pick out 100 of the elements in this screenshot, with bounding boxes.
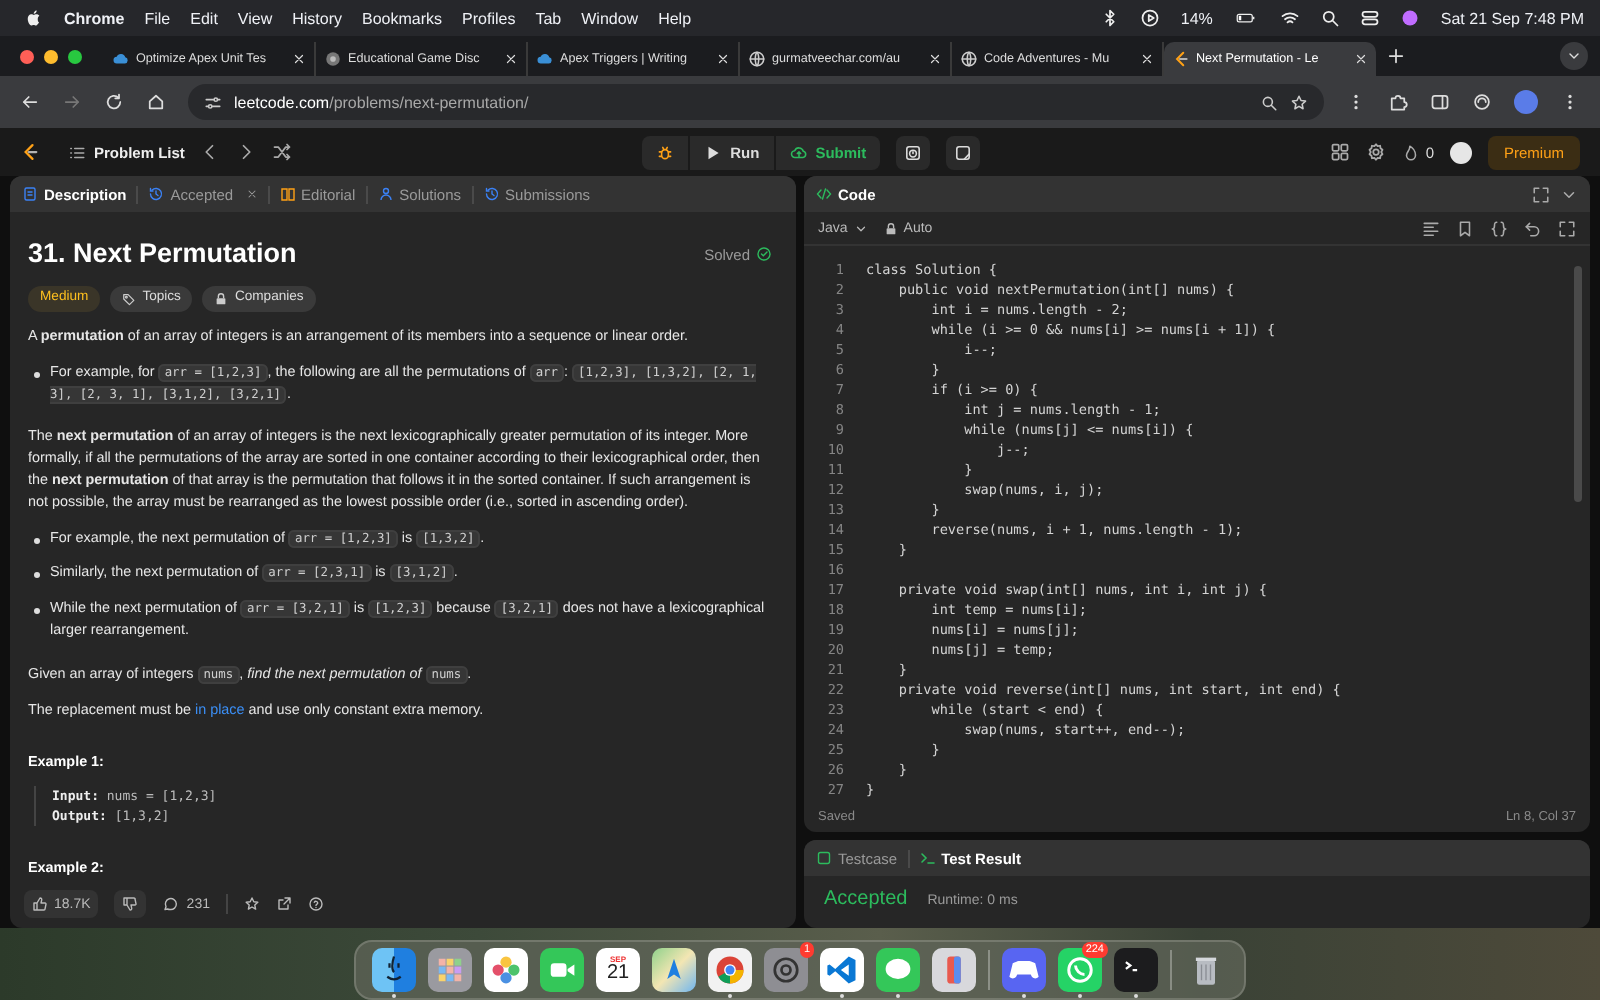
- clock: Sat 21 Sep 7:48 PM: [1440, 9, 1584, 27]
- braces-icon[interactable]: [1490, 219, 1508, 237]
- cloud-upload-icon: [789, 143, 808, 161]
- comment-icon: [162, 896, 179, 912]
- phone-icon[interactable]: [932, 948, 976, 998]
- menu-item[interactable]: Tab: [535, 9, 562, 27]
- speech-bubble-icon[interactable]: [876, 948, 920, 998]
- tab-search-button[interactable]: [1560, 42, 1588, 70]
- help-icon[interactable]: [307, 896, 324, 912]
- cloud-icon: [536, 50, 554, 68]
- checkbox-icon: [816, 850, 832, 866]
- expand-icon[interactable]: [1532, 185, 1550, 203]
- back-arrow-icon[interactable]: [20, 92, 40, 112]
- calendar-day: 21: [606, 964, 630, 984]
- logo-icon[interactable]: [20, 142, 40, 162]
- home-icon[interactable]: [146, 92, 166, 112]
- lock-icon: [214, 292, 229, 307]
- bullet-icon: [34, 608, 40, 615]
- menu-item[interactable]: File: [144, 9, 171, 27]
- map-icon[interactable]: [652, 948, 696, 998]
- logo-icon: [1172, 50, 1190, 68]
- note-icon: [954, 143, 973, 161]
- menu-item[interactable]: Window: [581, 9, 639, 27]
- close-window-button[interactable]: [20, 49, 34, 63]
- video-camera-icon[interactable]: [540, 948, 584, 998]
- book-icon: [279, 186, 296, 202]
- star-icon[interactable]: [243, 896, 260, 912]
- dislike-button[interactable]: [114, 890, 147, 918]
- toggle-switches-icon[interactable]: [1360, 8, 1381, 28]
- scrollbar[interactable]: [1574, 266, 1582, 502]
- list-icon: [68, 143, 86, 161]
- shuffle-icon[interactable]: [272, 142, 293, 162]
- swirl-icon[interactable]: [1472, 92, 1492, 112]
- smiling-face-icon[interactable]: [372, 948, 416, 998]
- sliders-icon[interactable]: [204, 93, 222, 111]
- menu-item[interactable]: History: [292, 9, 343, 27]
- bug-icon: [656, 143, 675, 161]
- bookmark-icon[interactable]: [1456, 219, 1474, 237]
- menu-item[interactable]: Profiles: [462, 9, 516, 27]
- history-icon: [483, 186, 500, 202]
- address-field[interactable]: leetcode.com/problems/next-permutation/: [188, 84, 1324, 120]
- bullet-icon: [34, 371, 40, 378]
- terminal-icon[interactable]: [1114, 948, 1158, 998]
- zoom-window-button[interactable]: [68, 49, 82, 63]
- lock-icon: [883, 221, 898, 235]
- bullet-icon: [34, 537, 40, 544]
- gear-icon[interactable]: [764, 948, 808, 998]
- browser-icon[interactable]: [708, 948, 752, 998]
- menu-item[interactable]: Bookmarks: [362, 9, 443, 27]
- menu-item[interactable]: Help: [658, 9, 692, 27]
- notes-button[interactable]: [946, 135, 981, 169]
- bullet-icon: [34, 572, 40, 579]
- search-icon[interactable]: [1320, 8, 1341, 28]
- bluetooth-icon[interactable]: [1100, 8, 1121, 28]
- problem-title: 31. Next Permutation: [28, 236, 297, 272]
- minimize-window-button[interactable]: [44, 49, 58, 63]
- disc-icon: [324, 50, 342, 68]
- menu-item[interactable]: View: [237, 9, 273, 27]
- grid-icon[interactable]: [1329, 142, 1350, 162]
- menu-item[interactable]: Edit: [190, 9, 218, 27]
- cloud-icon: [112, 50, 130, 68]
- game-controller-icon[interactable]: [1002, 948, 1046, 998]
- app-menu[interactable]: Chrome: [64, 9, 125, 27]
- avatar[interactable]: [1450, 141, 1472, 163]
- plus-icon[interactable]: [1386, 46, 1406, 66]
- wifi-icon[interactable]: [1280, 8, 1301, 28]
- settings-icon[interactable]: [1365, 142, 1386, 162]
- play-icon: [704, 143, 723, 161]
- timer-button[interactable]: [896, 135, 931, 169]
- code-editor-icon[interactable]: [820, 948, 864, 998]
- reload-icon[interactable]: [104, 92, 124, 112]
- globe-icon: [960, 50, 978, 68]
- alarm-clock-icon: [904, 143, 923, 161]
- thumbs-down-icon: [122, 896, 139, 912]
- orb-icon[interactable]: [1400, 8, 1421, 28]
- flower-icon[interactable]: [484, 948, 528, 998]
- thumbs-up-icon: [32, 896, 48, 912]
- person-icon: [377, 186, 394, 202]
- document-icon: [22, 186, 38, 202]
- undo-icon[interactable]: [1524, 219, 1542, 237]
- puzzle-piece-icon[interactable]: [1388, 92, 1408, 112]
- star-icon[interactable]: [1290, 93, 1308, 111]
- battery-percent: 14%: [1180, 9, 1213, 27]
- apple-icon[interactable]: [24, 8, 44, 28]
- chevron-down-icon: [853, 221, 868, 235]
- phone-bubble-icon[interactable]: [1058, 948, 1102, 998]
- code-brackets-icon: [816, 186, 832, 202]
- share-icon[interactable]: [275, 896, 292, 912]
- result-verdict: Accepted: [824, 888, 908, 910]
- debug-button[interactable]: [642, 135, 689, 169]
- expand-icon[interactable]: [1558, 219, 1576, 237]
- side-panel-icon[interactable]: [1430, 92, 1450, 112]
- app-grid-icon[interactable]: [428, 948, 472, 998]
- text-lines-icon[interactable]: [1422, 219, 1440, 237]
- terminal-prompt-icon: [919, 850, 936, 866]
- zoom-icon[interactable]: [1260, 93, 1278, 111]
- chevron-down-icon: [1566, 48, 1582, 64]
- history-icon: [148, 186, 165, 202]
- play-circle-icon[interactable]: [1140, 8, 1161, 28]
- forward-arrow-icon[interactable]: [62, 92, 82, 112]
